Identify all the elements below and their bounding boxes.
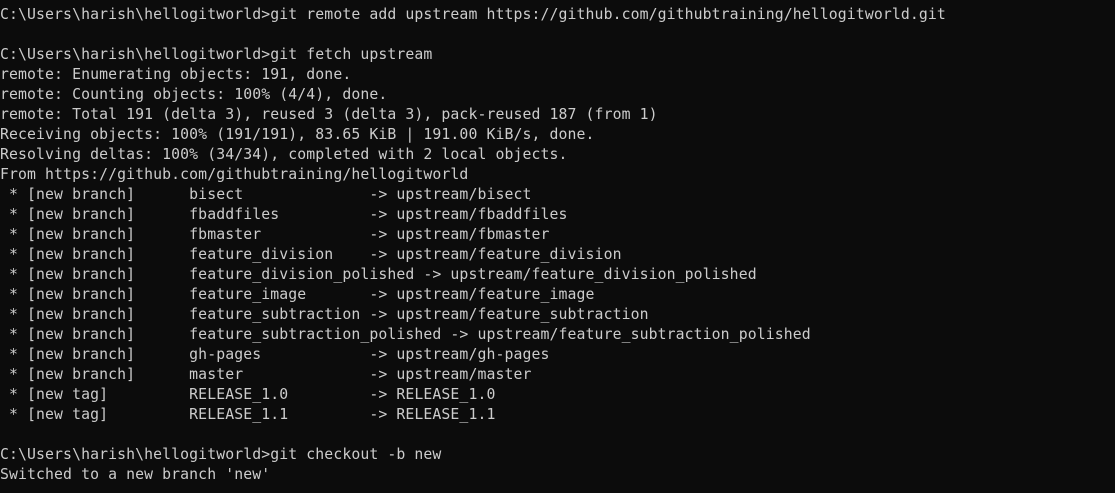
terminal-output[interactable]: C:\Users\harish\hellogitworld>git remote… — [0, 5, 1115, 493]
branch-feature-subtraction-polished: * [new branch] feature_subtraction_polis… — [0, 326, 811, 343]
branch-feature-division: * [new branch] feature_division -> upstr… — [0, 246, 622, 263]
output-switched-branch: Switched to a new branch 'new' — [0, 466, 271, 483]
output-receiving: Receiving objects: 100% (191/191), 83.65… — [0, 126, 595, 143]
command-fetch-upstream: C:\Users\harish\hellogitworld>git fetch … — [0, 46, 433, 63]
branch-bisect: * [new branch] bisect -> upstream/bisect — [0, 186, 532, 203]
output-total: remote: Total 191 (delta 3), reused 3 (d… — [0, 106, 658, 123]
branch-feature-subtraction: * [new branch] feature_subtraction -> up… — [0, 306, 649, 323]
branch-master: * [new branch] master -> upstream/master — [0, 366, 532, 383]
branch-feature-image: * [new branch] feature_image -> upstream… — [0, 286, 595, 303]
branch-gh-pages: * [new branch] gh-pages -> upstream/gh-p… — [0, 346, 550, 363]
command-remote-add: C:\Users\harish\hellogitworld>git remote… — [0, 6, 946, 23]
output-enumerating: remote: Enumerating objects: 191, done. — [0, 66, 352, 83]
command-checkout: C:\Users\harish\hellogitworld>git checko… — [0, 446, 442, 463]
branch-fbmaster: * [new branch] fbmaster -> upstream/fbma… — [0, 226, 550, 243]
branch-feature-division-polished: * [new branch] feature_division_polished… — [0, 266, 757, 283]
output-from-url: From https://github.com/githubtraining/h… — [0, 166, 469, 183]
tag-release-1-0: * [new tag] RELEASE_1.0 -> RELEASE_1.0 — [0, 386, 496, 403]
output-counting: remote: Counting objects: 100% (4/4), do… — [0, 86, 388, 103]
output-resolving: Resolving deltas: 100% (34/34), complete… — [0, 146, 568, 163]
branch-fbaddfiles: * [new branch] fbaddfiles -> upstream/fb… — [0, 206, 568, 223]
tag-release-1-1: * [new tag] RELEASE_1.1 -> RELEASE_1.1 — [0, 406, 496, 423]
